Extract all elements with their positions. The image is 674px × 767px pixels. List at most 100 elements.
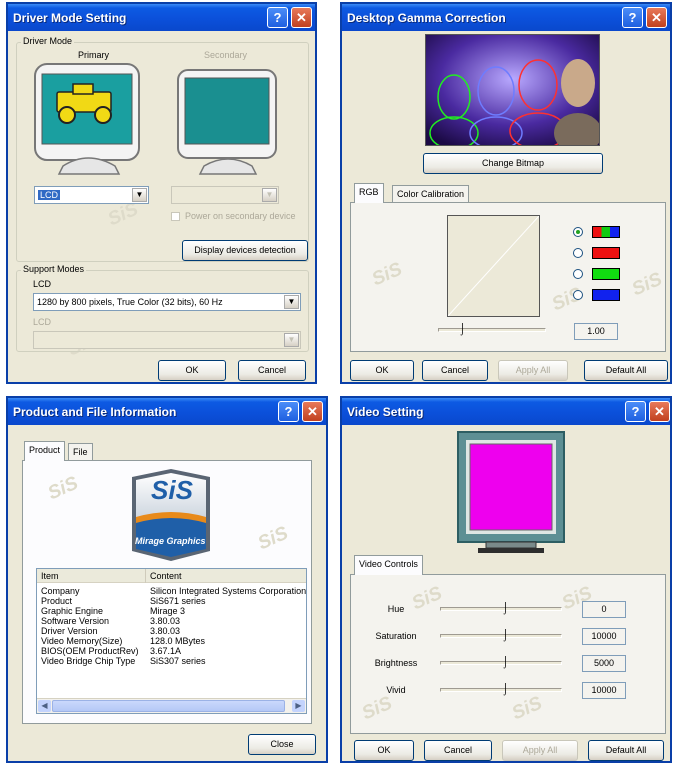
cancel-button[interactable]: Cancel xyxy=(422,360,488,381)
video-controls-panel xyxy=(350,574,666,734)
power-on-secondary-checkbox[interactable] xyxy=(171,212,180,221)
apply-all-button[interactable]: Apply All xyxy=(502,740,578,761)
channel-blue-radio[interactable] xyxy=(573,290,583,300)
tab-file[interactable]: File xyxy=(68,443,93,461)
column-item[interactable]: Item xyxy=(41,569,59,583)
video-control-label: Saturation xyxy=(375,631,417,641)
row-item: Video Memory(Size) xyxy=(41,636,123,646)
product-info-list[interactable]: Item Content Company Silicon Integrated S… xyxy=(36,568,307,714)
row-item: Product xyxy=(41,596,73,606)
table-row[interactable]: Graphic Engine Mirage 3 xyxy=(37,606,306,616)
driver-mode-titlebar[interactable]: Driver Mode Setting ? ✕ xyxy=(8,4,315,31)
help-icon[interactable]: ? xyxy=(278,401,299,422)
row-item: BIOS(OEM ProductRev) xyxy=(41,646,139,656)
video-slider-track[interactable] xyxy=(440,661,562,665)
help-icon[interactable]: ? xyxy=(625,401,646,422)
default-all-button[interactable]: Default All xyxy=(584,360,668,381)
table-row[interactable]: Video Memory(Size) 128.0 MBytes xyxy=(37,636,306,646)
video-control-value: 10000 xyxy=(582,682,626,699)
channel-green-radio[interactable] xyxy=(573,269,583,279)
video-setting-dialog: Video Setting ? ✕ Video Controls SiS SiS… xyxy=(340,396,672,763)
secondary-mode-select[interactable]: ▼ xyxy=(33,331,301,349)
close-icon[interactable]: ✕ xyxy=(646,7,667,28)
green-swatch xyxy=(592,268,620,280)
product-info-dialog: Product and File Information ? ✕ Product… xyxy=(6,396,328,763)
row-item: Driver Version xyxy=(41,626,98,636)
table-row[interactable]: Driver Version 3.80.03 xyxy=(37,626,306,636)
ok-button[interactable]: OK xyxy=(350,360,414,381)
video-control-value: 5000 xyxy=(582,655,626,672)
default-all-button[interactable]: Default All xyxy=(588,740,664,761)
video-slider-thumb[interactable]: ⌡ xyxy=(502,629,509,643)
table-row[interactable]: BIOS(OEM ProductRev) 3.67.1A xyxy=(37,646,306,656)
horizontal-scrollbar[interactable]: ◀ ▶ xyxy=(37,698,306,713)
secondary-monitor-icon[interactable] xyxy=(176,68,280,178)
scroll-left-icon[interactable]: ◀ xyxy=(38,700,51,712)
primary-device-select[interactable]: LCD ▼ xyxy=(34,186,149,204)
apply-all-button[interactable]: Apply All xyxy=(498,360,568,381)
driver-mode-title: Driver Mode Setting xyxy=(13,11,127,25)
video-control-row: Vivid ⌡ 10000 xyxy=(342,682,670,702)
display-detection-button[interactable]: Display devices detection xyxy=(182,240,308,261)
close-icon[interactable]: ✕ xyxy=(291,7,312,28)
gamma-slider-track[interactable] xyxy=(438,328,546,332)
gamma-preview-image xyxy=(425,34,602,153)
tab-color-calibration[interactable]: Color Calibration xyxy=(392,185,470,203)
table-row[interactable]: Software Version 3.80.03 xyxy=(37,616,306,626)
column-content[interactable]: Content xyxy=(145,569,182,583)
change-bitmap-button[interactable]: Change Bitmap xyxy=(423,153,603,174)
video-control-row: Hue ⌡ 0 xyxy=(342,601,670,621)
product-info-title: Product and File Information xyxy=(13,405,177,419)
tab-video-controls[interactable]: Video Controls xyxy=(354,555,423,575)
row-content: Mirage 3 xyxy=(150,606,186,616)
row-content: 3.67.1A xyxy=(150,646,182,656)
product-info-titlebar[interactable]: Product and File Information ? ✕ xyxy=(8,398,326,425)
video-slider-track[interactable] xyxy=(440,688,562,692)
video-control-value: 10000 xyxy=(582,628,626,645)
close-icon[interactable]: ✕ xyxy=(649,401,670,422)
cancel-button[interactable]: Cancel xyxy=(238,360,306,381)
gamma-slider-thumb[interactable]: ⌡ xyxy=(459,323,466,337)
video-control-label: Brightness xyxy=(374,658,418,668)
video-control-value: 0 xyxy=(582,601,626,618)
video-slider-track[interactable] xyxy=(440,634,562,638)
chevron-down-icon[interactable]: ▼ xyxy=(284,295,299,309)
tab-product[interactable]: Product xyxy=(24,441,66,461)
tab-rgb[interactable]: RGB xyxy=(354,183,384,203)
scroll-thumb[interactable] xyxy=(52,700,285,712)
chevron-down-icon[interactable]: ▼ xyxy=(132,188,147,202)
power-on-secondary-label: Power on secondary device xyxy=(185,211,296,221)
ok-button[interactable]: OK xyxy=(158,360,226,381)
row-item: Video Bridge Chip Type xyxy=(41,656,136,666)
primary-monitor-icon[interactable] xyxy=(33,62,143,178)
close-icon[interactable]: ✕ xyxy=(302,401,323,422)
table-row[interactable]: Video Bridge Chip Type SiS307 series xyxy=(37,656,306,666)
help-icon[interactable]: ? xyxy=(267,7,288,28)
gamma-curve-graph xyxy=(447,215,540,317)
video-slider-track[interactable] xyxy=(440,607,562,611)
ok-button[interactable]: OK xyxy=(354,740,414,761)
chevron-down-icon[interactable]: ▼ xyxy=(284,333,299,347)
close-button[interactable]: Close xyxy=(248,734,316,755)
driver-mode-dialog: Driver Mode Setting ? ✕ SiS SiS SiS Driv… xyxy=(6,2,317,384)
channel-red-radio[interactable] xyxy=(573,248,583,258)
chevron-down-icon[interactable]: ▼ xyxy=(262,188,277,202)
video-slider-thumb[interactable]: ⌡ xyxy=(502,683,509,697)
video-setting-titlebar[interactable]: Video Setting ? ✕ xyxy=(342,398,670,425)
help-icon[interactable]: ? xyxy=(622,7,643,28)
video-slider-thumb[interactable]: ⌡ xyxy=(502,602,509,616)
secondary-device-select[interactable]: ▼ xyxy=(171,186,279,204)
gamma-titlebar[interactable]: Desktop Gamma Correction ? ✕ xyxy=(342,4,670,31)
row-content: 3.80.03 xyxy=(150,626,181,636)
scroll-right-icon[interactable]: ▶ xyxy=(292,700,305,712)
channel-all-radio[interactable] xyxy=(573,227,583,237)
table-row[interactable]: Product SiS671 series xyxy=(37,596,306,606)
logo-text: SiS xyxy=(151,475,193,505)
table-row[interactable]: Company Silicon Integrated Systems Corpor… xyxy=(37,586,306,596)
gamma-title: Desktop Gamma Correction xyxy=(347,11,506,25)
row-item: Graphic Engine xyxy=(41,606,104,616)
video-control-row: Saturation ⌡ 10000 xyxy=(342,628,670,648)
primary-mode-select[interactable]: 1280 by 800 pixels, True Color (32 bits)… xyxy=(33,293,301,311)
cancel-button[interactable]: Cancel xyxy=(424,740,492,761)
video-slider-thumb[interactable]: ⌡ xyxy=(502,656,509,670)
